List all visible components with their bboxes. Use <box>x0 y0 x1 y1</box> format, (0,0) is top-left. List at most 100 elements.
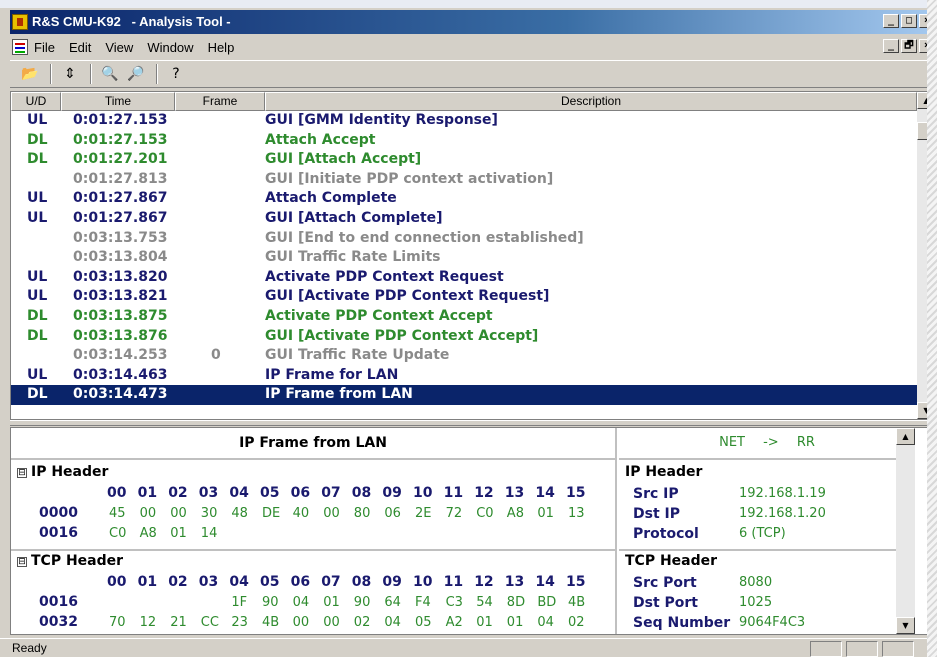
time-cell: 0:01:27.201 <box>73 151 168 168</box>
log-row[interactable]: DL 0:01:27.201 GUI [Attach Accept] <box>11 150 917 170</box>
info-field-row[interactable]: Seq Number 9064F4C3 <box>619 613 915 633</box>
hex-byte: 02 <box>568 615 585 630</box>
collapse-icon[interactable]: ⊟ <box>17 468 27 478</box>
message-log: U/D Time Frame Description UL 0:01:27.153… <box>10 91 937 420</box>
scroll-up-arrow-icon[interactable]: ▲ <box>896 428 915 445</box>
document-icon[interactable] <box>12 39 28 55</box>
log-row[interactable]: UL 0:03:13.821 GUI [Activate PDP Context R… <box>11 287 917 307</box>
menu-window[interactable]: Window <box>147 40 193 55</box>
menu-help[interactable]: Help <box>208 40 235 55</box>
description-cell: GUI [Attach Complete] <box>265 209 443 226</box>
doc-restore-button[interactable]: 🗗 <box>901 39 917 53</box>
hex-column-label: 04 <box>229 485 249 501</box>
log-row[interactable]: UL 0:01:27.153 GUI [GMM Identity Response] <box>11 111 917 131</box>
description-cell: GUI [Initiate PDP context activation] <box>265 170 554 187</box>
hex-address: 0000 <box>39 505 78 521</box>
info-field-row[interactable]: Src IP 192.168.1.19 <box>619 484 915 504</box>
hex-byte: 70 <box>109 615 126 630</box>
field-value: 1025 <box>739 595 773 610</box>
log-row[interactable]: 0:01:27.813 GUI [Initiate PDP context act… <box>11 170 917 190</box>
log-rows: UL 0:01:27.153 GUI [GMM Identity Response]… <box>11 111 917 405</box>
log-row[interactable]: UL 0:03:13.820 Activate PDP Context Reques… <box>11 268 917 288</box>
open-folder-icon[interactable]: 📂 <box>18 63 42 85</box>
hex-section-title[interactable]: ⊟ IP Header <box>17 464 108 480</box>
hex-column-label: 07 <box>321 485 341 501</box>
info-field-row[interactable]: Dst Port 1025 <box>619 593 915 613</box>
ud-cell: UL <box>27 366 48 383</box>
ud-cell: UL <box>27 268 48 285</box>
hex-byte: C3 <box>445 595 463 610</box>
desktop-background-right <box>927 0 937 657</box>
ud-cell: UL <box>27 209 48 226</box>
column-header-time[interactable]: Time <box>61 92 175 111</box>
log-row[interactable]: DL 0:03:13.875 Activate PDP Context Accept <box>11 307 917 327</box>
hex-byte: 01 <box>323 595 340 610</box>
hex-byte: A8 <box>139 526 157 541</box>
hex-byte: 05 <box>415 615 432 630</box>
hex-column-label: 13 <box>504 485 525 501</box>
section-name: IP Header <box>31 464 109 480</box>
doc-minimize-button[interactable]: _ <box>883 39 899 53</box>
column-header-description[interactable]: Description <box>265 92 917 111</box>
menu-view[interactable]: View <box>105 40 133 55</box>
log-row[interactable]: DL 0:03:13.876 GUI [Activate PDP Context A… <box>11 327 917 347</box>
hex-section-title[interactable]: ⊟ TCP Header <box>17 553 123 569</box>
log-row[interactable]: 0:03:13.753 GUI [End to end connection es… <box>11 229 917 249</box>
log-row[interactable]: UL 0:01:27.867 GUI [Attach Complete] <box>11 209 917 229</box>
hex-row[interactable]: 0016 1F 90 04 01 90 64 F4 C3 54 8D BD 4B <box>11 593 611 612</box>
find-next-icon[interactable]: 🔎 <box>124 63 148 85</box>
time-cell: 0:03:14.473 <box>73 386 168 403</box>
hex-byte: 04 <box>292 595 310 610</box>
ud-cell: DL <box>27 327 48 344</box>
field-value: 192.168.1.19 <box>739 486 826 501</box>
hex-row[interactable]: 0032 70 12 21 CC 23 4B 00 00 02 04 05 A2 01 01 04 02 <box>11 613 611 632</box>
hex-column-label: 07 <box>321 574 341 590</box>
log-row[interactable]: UL 0:03:14.463 IP Frame for LAN <box>11 366 917 386</box>
hex-byte: 00 <box>170 506 187 521</box>
column-header-ud[interactable]: U/D <box>11 92 61 111</box>
hex-column-label: 00 <box>107 485 127 501</box>
find-icon[interactable]: 🔍 <box>98 63 122 85</box>
collapse-icon[interactable]: ⊟ <box>17 557 27 567</box>
scroll-down-arrow-icon[interactable]: ▼ <box>896 617 915 634</box>
hex-column-label: 01 <box>137 485 158 501</box>
ud-cell: UL <box>27 112 48 128</box>
title-bar[interactable]: R&S CMU-K92 - Analysis Tool - _ □ × <box>10 10 937 34</box>
detail-scrollbar[interactable]: ▲ ▼ <box>896 428 915 634</box>
hex-column-label: 12 <box>474 574 494 590</box>
log-row[interactable]: DL 0:03:14.473 IP Frame from LAN <box>11 385 917 405</box>
hex-byte: CC <box>200 615 219 630</box>
info-field-row[interactable]: Src Port 8080 <box>619 573 915 593</box>
info-field-row[interactable]: Protocol 6 (TCP) <box>619 524 915 544</box>
hex-column-label: 03 <box>198 485 219 501</box>
description-cell: IP Frame from LAN <box>265 386 413 403</box>
hex-address: 0016 <box>39 594 78 610</box>
time-cell: 0:01:27.153 <box>73 112 168 128</box>
hex-row[interactable]: 0016 C0 A8 01 14 <box>11 524 611 543</box>
info-pane: NET -> RR IP Header Src IP 192.168.1.19 Dst… <box>619 428 915 634</box>
hex-pane: IP Frame from LAN ⊟ IP Header 00 01 02 03 04 05… <box>11 428 617 634</box>
log-row[interactable]: 0:03:14.253 0 GUI Traffic Rate Update <box>11 346 917 366</box>
hex-byte: 8D <box>506 595 526 610</box>
minimize-button[interactable]: _ <box>883 14 899 28</box>
split-view-icon[interactable]: ⇕ <box>58 63 82 85</box>
log-row[interactable]: UL 0:01:27.867 Attach Complete <box>11 189 917 209</box>
hex-column-label: 03 <box>198 574 219 590</box>
menu-edit[interactable]: Edit <box>69 40 91 55</box>
menu-file[interactable]: File <box>34 40 55 55</box>
hex-byte: 72 <box>445 506 463 521</box>
hex-row[interactable]: 0000 45 00 00 30 48 DE 40 00 80 06 2E 72 C0 A8 01 13 <box>11 504 611 523</box>
column-header-frame[interactable]: Frame <box>175 92 265 111</box>
time-cell: 0:03:13.876 <box>73 327 168 344</box>
log-row[interactable]: DL 0:01:27.153 Attach Accept <box>11 131 917 151</box>
pane-splitter[interactable] <box>10 420 937 426</box>
hex-column-label: 06 <box>290 485 311 501</box>
help-icon[interactable]: ? <box>164 63 188 85</box>
maximize-button[interactable]: □ <box>901 14 917 28</box>
hex-byte: 4B <box>262 615 280 630</box>
hex-column-label: 06 <box>290 574 311 590</box>
log-row[interactable]: 0:03:13.804 GUI Traffic Rate Limits <box>11 248 917 268</box>
info-field-row[interactable]: Dst IP 192.168.1.20 <box>619 504 915 524</box>
hex-column-label: 00 <box>107 574 127 590</box>
description-cell: IP Frame for LAN <box>265 366 399 383</box>
